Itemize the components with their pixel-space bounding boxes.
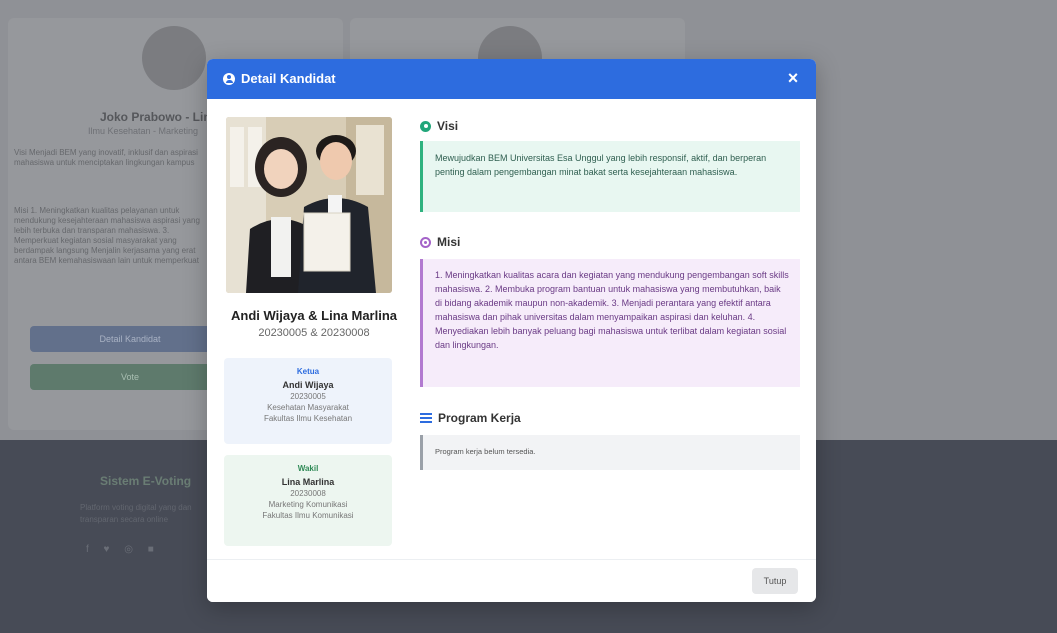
background-candidate-sub: Ilmu Kesehatan - Marketing (88, 126, 199, 136)
misi-heading: Misi (420, 235, 460, 249)
modal-footer: Tutup (207, 559, 816, 602)
close-button[interactable]: Tutup (752, 568, 798, 594)
misi-text: 1. Meningkatkan kualitas acara dan kegia… (420, 259, 800, 387)
program-heading: Program Kerja (420, 411, 521, 425)
visi-heading: Visi (420, 119, 458, 133)
program-text: Program kerja belum tersedia. (420, 435, 800, 470)
modal-title: Detail Kandidat (223, 71, 336, 86)
background-misi-text: Misi 1. Meningkatkan kualitas pelayanan … (14, 206, 200, 265)
modal-header: Detail Kandidat × (207, 59, 816, 99)
ketua-prodi: Kesehatan Masyarakat (267, 403, 349, 412)
background-detail-button: Detail Kandidat (30, 326, 230, 352)
candidate-photo (226, 117, 392, 293)
eye-icon (420, 120, 431, 132)
background-footer-text: Platform voting digital yang dan transpa… (80, 503, 192, 524)
close-icon[interactable]: × (782, 67, 804, 89)
ketua-fakultas: Fakultas Ilmu Kesehatan (263, 414, 353, 423)
wakil-card: Wakil Lina Marlina 20230008 Marketing Ko… (224, 455, 392, 546)
visi-text: Mewujudkan BEM Universitas Esa Unggul ya… (420, 141, 800, 212)
ketua-nim: 20230005 (290, 392, 326, 401)
ketua-name: Andi Wijaya (282, 380, 334, 390)
background-social-icons: f ♥ ◎ ■ (86, 544, 160, 555)
candidate-pair-name: Andi Wijaya & Lina Marlina (230, 308, 398, 323)
ketua-label: Ketua (296, 367, 320, 376)
candidate-pair-nim: 20230005 & 20230008 (258, 327, 370, 339)
list-icon (420, 412, 432, 424)
visi-title: Visi (437, 119, 459, 133)
background-avatar (142, 26, 206, 90)
wakil-label: Wakil (297, 464, 319, 473)
background-vote-button: Vote (30, 364, 230, 390)
wakil-name: Lina Marlina (281, 477, 335, 487)
user-circle-icon (223, 72, 235, 85)
modal-title-text: Detail Kandidat (241, 71, 336, 86)
bullseye-icon (420, 236, 431, 248)
background-visi-text: Visi Menjadi BEM yang inovatif, inklusif… (14, 148, 198, 167)
wakil-prodi: Marketing Komunikasi (268, 500, 348, 509)
wakil-nim: 20230008 (290, 489, 326, 498)
candidate-detail-modal: Detail Kandidat × Andi Wijaya & Lina Mar (207, 59, 816, 602)
ketua-card: Ketua Andi Wijaya 20230005 Kesehatan Mas… (224, 358, 392, 444)
misi-title: Misi (437, 235, 461, 249)
background-candidate-name: Joko Prabowo - Lina (100, 110, 218, 124)
wakil-fakultas: Fakultas Ilmu Komunikasi (262, 511, 354, 520)
background-footer-title: Sistem E-Voting (100, 474, 192, 488)
program-title: Program Kerja (438, 411, 521, 425)
